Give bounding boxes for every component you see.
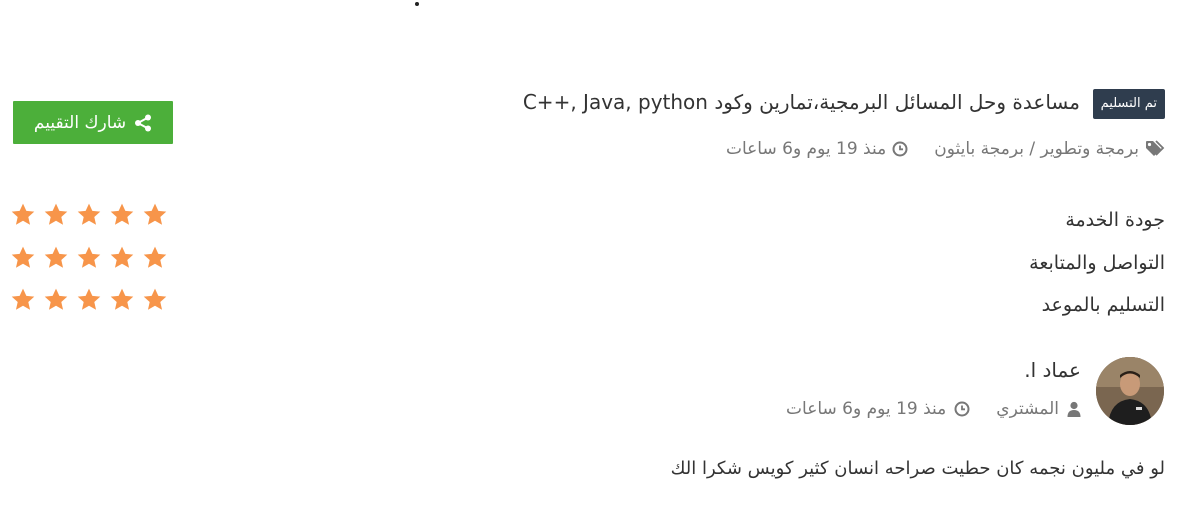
project-meta: برمجة وتطوير / برمجة بايثون منذ 19 يوم و… <box>726 136 1165 162</box>
tags-icon <box>1145 140 1165 158</box>
clock-icon <box>954 401 970 417</box>
user-icon <box>1067 401 1081 417</box>
project-category-link[interactable]: برمجة وتطوير / برمجة بايثون <box>934 139 1139 159</box>
rating-stars-quality <box>10 202 168 228</box>
decorative-dot <box>415 2 419 6</box>
star-icon <box>11 246 35 268</box>
rating-stars-communication <box>10 245 168 271</box>
reviewer-time: منذ 19 يوم و6 ساعات <box>786 399 947 419</box>
rating-label-delivery: التسليم بالموعد <box>1041 294 1165 316</box>
star-icon <box>110 203 134 225</box>
star-icon <box>77 203 101 225</box>
share-icon <box>134 114 152 132</box>
star-icon <box>44 288 68 310</box>
avatar[interactable] <box>1096 357 1164 425</box>
project-time: منذ 19 يوم و6 ساعات <box>725 139 887 159</box>
star-icon <box>143 288 167 310</box>
star-icon <box>11 203 35 225</box>
rating-label-quality: جودة الخدمة <box>1065 209 1165 231</box>
star-icon <box>44 203 68 225</box>
rating-stars-delivery <box>10 287 168 313</box>
star-icon <box>77 246 101 268</box>
project-title[interactable]: مساعدة وحل المسائل البرمجية،تمارين وكود … <box>523 86 1080 118</box>
star-icon <box>44 246 68 268</box>
rating-label-communication: التواصل والمتابعة <box>1029 252 1165 274</box>
reviewer-meta: المشتري منذ 19 يوم و6 ساعات <box>786 396 1081 422</box>
share-button-label: شارك التقييم <box>33 112 127 133</box>
star-icon <box>110 246 134 268</box>
star-icon <box>11 288 35 310</box>
clock-icon <box>892 141 908 157</box>
star-icon <box>143 203 167 225</box>
reviewer-name[interactable]: عماد ا. <box>1024 358 1081 382</box>
status-badge: تم التسليم <box>1092 89 1165 119</box>
star-icon <box>110 288 134 310</box>
reviewer-role: المشتري <box>996 399 1059 419</box>
star-icon <box>77 288 101 310</box>
star-icon <box>143 246 167 268</box>
share-rating-button[interactable]: شارك التقييم <box>13 101 173 144</box>
review-comment: لو في مليون نجمه كان حطيت صراحه انسان كث… <box>670 458 1165 479</box>
